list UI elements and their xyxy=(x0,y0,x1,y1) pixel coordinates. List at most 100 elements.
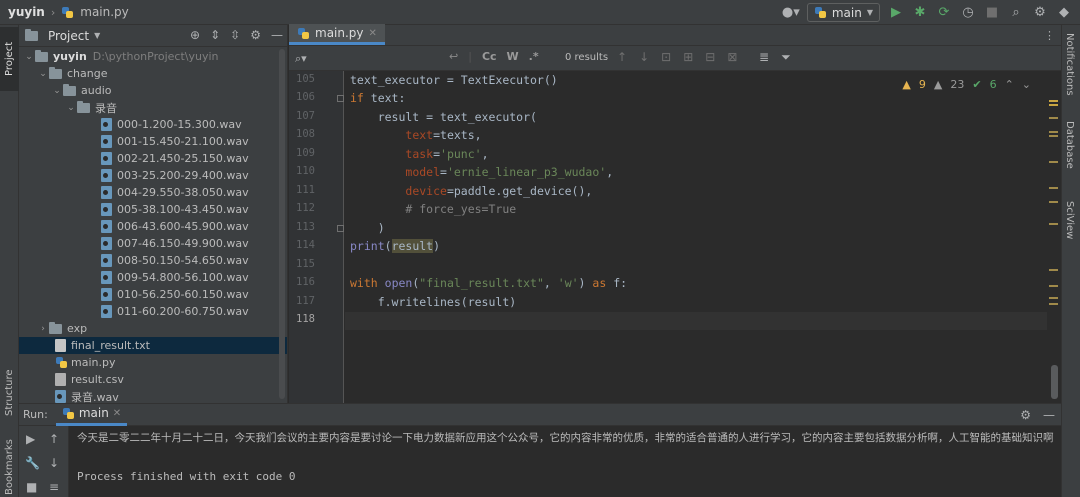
tree-item-wav[interactable]: 008-50.150-54.650.wav xyxy=(19,252,287,269)
tab-bookmarks[interactable]: Bookmarks xyxy=(0,437,19,497)
tab-database[interactable]: Database xyxy=(1064,121,1075,169)
error-stripe-mark[interactable] xyxy=(1049,269,1058,271)
error-stripe-mark[interactable] xyxy=(1049,100,1058,102)
jetbrains-logo-icon[interactable]: ◆ xyxy=(1056,5,1072,21)
chevron-down-icon: ⌄ xyxy=(25,51,33,62)
error-stripe-mark[interactable] xyxy=(1049,117,1058,119)
select-all-icon[interactable]: ⊡ xyxy=(661,50,671,64)
hide-icon[interactable]: — xyxy=(1043,408,1055,422)
fold-marker[interactable] xyxy=(337,95,344,102)
tree-item-label: final_result.txt xyxy=(71,339,150,352)
tab-project[interactable]: Project xyxy=(0,27,19,91)
tree-item-root[interactable]: ⌄ yuyin D:\pythonProject\yuyin xyxy=(19,48,287,65)
code-line: text=texts, xyxy=(405,128,482,142)
python-file-icon xyxy=(297,27,310,40)
stop-icon[interactable]: ■ xyxy=(984,5,1000,21)
fold-marker[interactable] xyxy=(337,225,344,232)
tab-notifications[interactable]: Notifications xyxy=(1064,33,1075,96)
run-tab-main[interactable]: main ✕ xyxy=(55,404,128,426)
wrench-icon[interactable]: 🔧 xyxy=(25,456,40,470)
breadcrumb-file[interactable]: main.py xyxy=(80,5,129,19)
tree-item-wav[interactable]: 005-38.100-43.450.wav xyxy=(19,201,287,218)
debug-icon[interactable]: ✱ xyxy=(912,5,928,21)
run-icon[interactable]: ▶ xyxy=(888,5,904,21)
regex-toggle[interactable]: .* xyxy=(529,50,539,63)
tree-item-exp[interactable]: › exp xyxy=(19,320,287,337)
tree-item-label: 003-25.200-29.400.wav xyxy=(117,169,249,182)
tree-item-wav[interactable]: 003-25.200-29.400.wav xyxy=(19,167,287,184)
search-icon[interactable]: ⌕ xyxy=(1008,5,1024,21)
soft-wrap-icon[interactable]: ≡ xyxy=(49,480,59,494)
editor-scrollbar[interactable] xyxy=(1047,71,1061,403)
expand-all-icon[interactable]: ⇳ xyxy=(230,28,240,42)
user-icon[interactable]: ●▾ xyxy=(782,5,800,21)
error-stripe-mark[interactable] xyxy=(1049,135,1058,137)
stop-icon[interactable]: ■ xyxy=(26,480,37,494)
gear-icon[interactable]: ⚙ xyxy=(1020,408,1031,422)
tree-item-wav[interactable]: 006-43.600-45.900.wav xyxy=(19,218,287,235)
tree-item-final-result[interactable]: final_result.txt xyxy=(19,337,287,354)
tab-structure[interactable]: Structure xyxy=(0,363,19,423)
error-stripe-mark[interactable] xyxy=(1049,161,1058,163)
error-stripe-mark[interactable] xyxy=(1049,303,1058,305)
tree-item-change[interactable]: ⌄ change xyxy=(19,65,287,82)
error-stripe-mark[interactable] xyxy=(1049,223,1058,225)
tree-item-result-csv[interactable]: result.csv xyxy=(19,371,287,388)
tab-main-py[interactable]: main.py ✕ xyxy=(289,24,385,45)
collapse-all-icon[interactable]: ⇕ xyxy=(210,28,220,42)
tree-item-wav[interactable]: 004-29.550-38.050.wav xyxy=(19,184,287,201)
error-stripe-mark[interactable] xyxy=(1049,131,1058,133)
profile-icon[interactable]: ◷ xyxy=(960,5,976,21)
tab-bookmarks-label: Bookmarks xyxy=(4,439,15,495)
filter-icon[interactable]: ⏷ xyxy=(781,50,791,65)
tree-item-label: 004-29.550-38.050.wav xyxy=(117,186,249,199)
select-next-icon[interactable]: ⊠ xyxy=(727,50,737,64)
gear-icon[interactable]: ⚙ xyxy=(250,28,261,42)
error-stripe-mark[interactable] xyxy=(1049,104,1058,106)
hide-icon[interactable]: — xyxy=(271,28,283,42)
tab-sciview[interactable]: SciView xyxy=(1064,201,1075,239)
match-case-toggle[interactable]: Cc xyxy=(482,50,497,63)
rerun-icon[interactable]: ▶ xyxy=(26,432,35,446)
error-stripe-mark[interactable] xyxy=(1049,201,1058,203)
arrow-up-icon[interactable]: ↑ xyxy=(617,50,627,64)
multiline-icon[interactable]: ≣ xyxy=(759,50,769,65)
left-tool-strip: Project Structure Bookmarks xyxy=(0,25,19,497)
add-selection-icon[interactable]: ⊞ xyxy=(683,50,693,64)
arrow-down-icon[interactable]: ↓ xyxy=(49,456,59,470)
tree-item-wav[interactable]: 007-46.150-49.900.wav xyxy=(19,235,287,252)
audio-file-icon xyxy=(101,169,112,182)
error-stripe-mark[interactable] xyxy=(1049,187,1058,189)
run-config-select[interactable]: main ▼ xyxy=(806,3,880,22)
arrow-down-icon[interactable]: ↓ xyxy=(639,50,649,64)
project-panel-header[interactable]: Project ▼ ⊕ ⇕ ⇳ ⚙ — xyxy=(19,25,287,47)
crosshair-icon[interactable]: ⊕ xyxy=(190,28,200,42)
arrow-up-icon[interactable]: ↑ xyxy=(49,432,59,446)
close-icon[interactable]: ✕ xyxy=(113,408,121,419)
tree-item-main-py[interactable]: main.py xyxy=(19,354,287,371)
tree-item-wav[interactable]: 002-21.450-25.150.wav xyxy=(19,150,287,167)
gear-icon[interactable]: ⚙ xyxy=(1032,5,1048,21)
search-icon[interactable]: ⌕▾ xyxy=(295,52,307,66)
error-stripe-mark[interactable] xyxy=(1049,297,1058,299)
tree-item-wav[interactable]: 001-15.450-21.100.wav xyxy=(19,133,287,150)
close-icon[interactable]: ✕ xyxy=(369,28,377,39)
breadcrumb-project[interactable]: yuyin xyxy=(8,5,45,19)
tree-item-wav[interactable]: 000-1.200-15.300.wav xyxy=(19,116,287,133)
replace-icon[interactable]: ↩ xyxy=(449,50,458,63)
tree-item-wav[interactable]: 010-56.250-60.150.wav xyxy=(19,286,287,303)
coverage-icon[interactable]: ⟳ xyxy=(936,5,952,21)
code-area[interactable]: 105 106 107 108 109 110 111 112 113 114 … xyxy=(289,71,1061,403)
tree-item-wav[interactable]: 009-54.800-56.100.wav xyxy=(19,269,287,286)
error-stripe-mark[interactable] xyxy=(1049,285,1058,287)
remove-selection-icon[interactable]: ⊟ xyxy=(705,50,715,64)
tree-item-audio[interactable]: ⌄ audio xyxy=(19,82,287,99)
tree-item-recording-folder[interactable]: ⌄ 录音 xyxy=(19,99,287,116)
project-scrollbar[interactable] xyxy=(279,49,285,399)
scroll-thumb[interactable] xyxy=(1051,365,1058,399)
find-filters: ≣ ⏷ xyxy=(759,50,791,65)
more-icon[interactable]: ⋮ xyxy=(1044,29,1055,42)
whole-word-toggle[interactable]: W xyxy=(507,50,519,63)
run-tab-label: main xyxy=(78,406,109,420)
tree-item-wav[interactable]: 011-60.200-60.750.wav xyxy=(19,303,287,320)
